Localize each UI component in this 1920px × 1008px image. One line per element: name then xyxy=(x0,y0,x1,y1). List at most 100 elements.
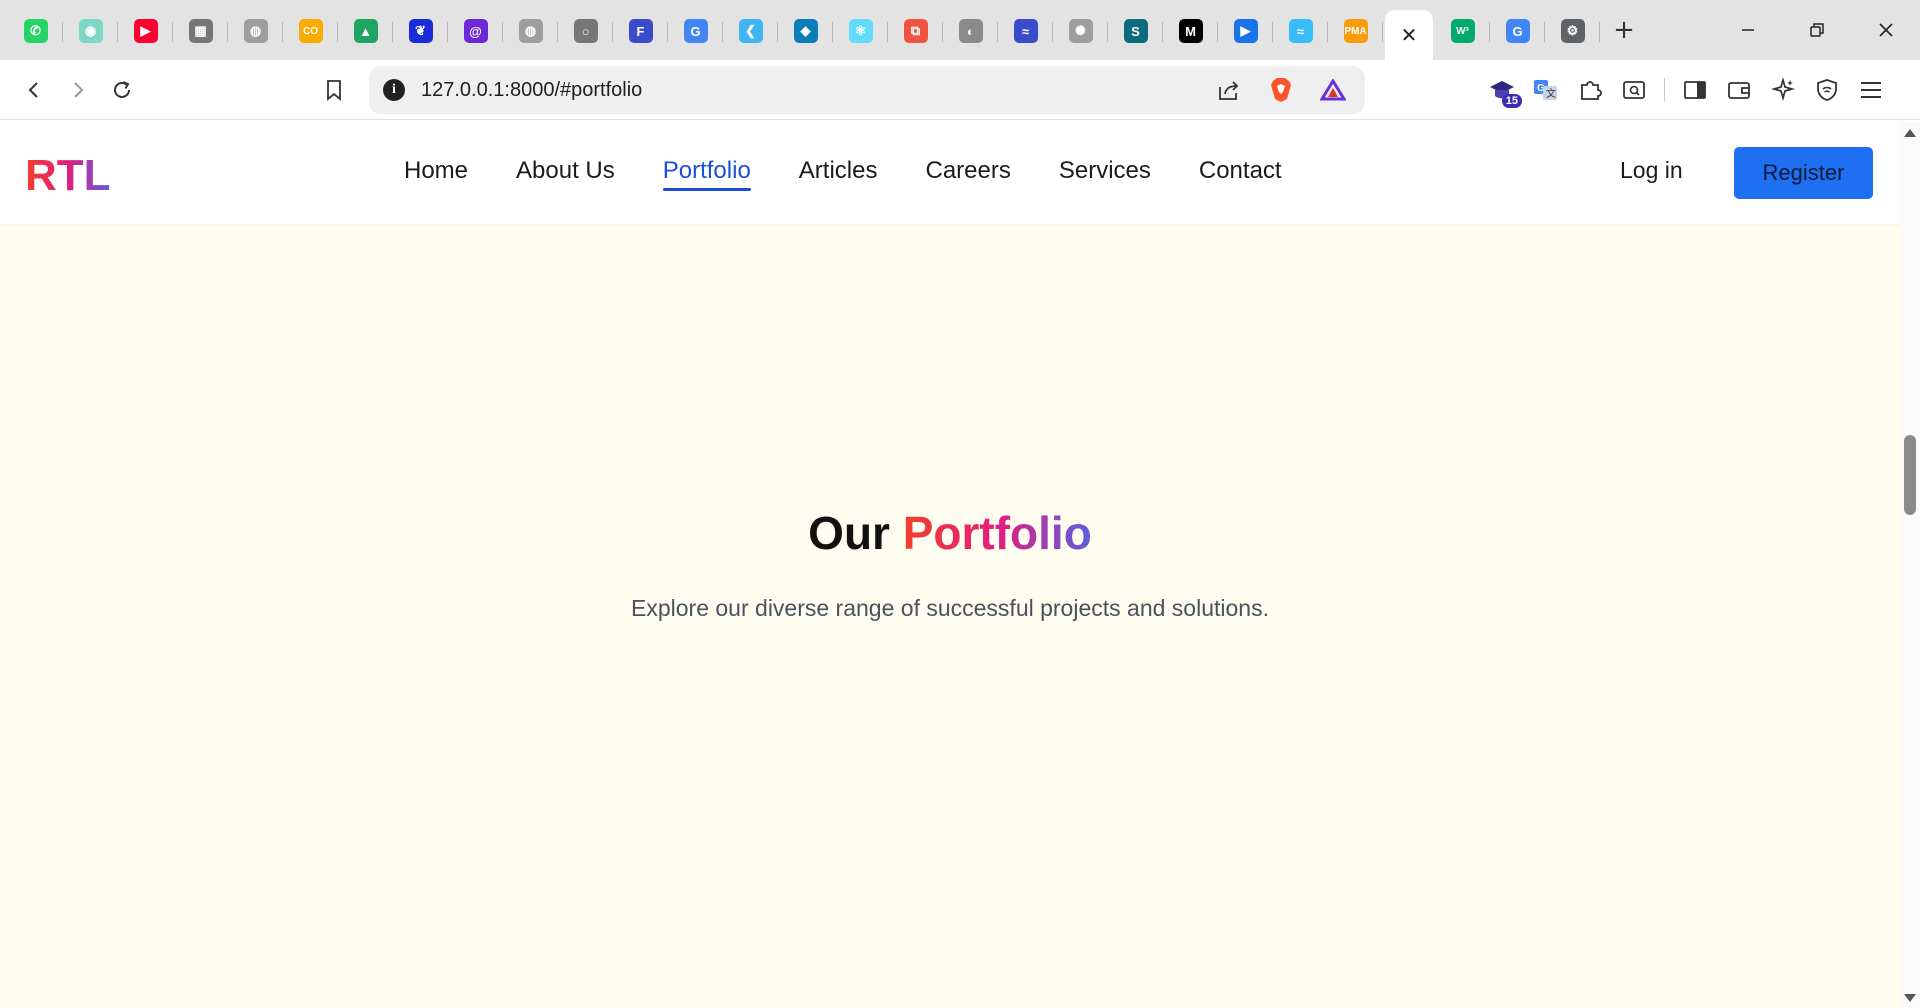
scroll-down-arrow-icon[interactable] xyxy=(1904,994,1916,1002)
browser-tab[interactable]: ◍ xyxy=(503,8,558,54)
site-info-icon[interactable]: i xyxy=(383,79,405,101)
brave-shield-icon[interactable] xyxy=(1259,68,1303,112)
react-icon: ⚛ xyxy=(848,19,873,43)
nav-services[interactable]: Services xyxy=(1059,157,1151,191)
scrollbar-thumb[interactable] xyxy=(1904,435,1916,515)
tab-list: ✆ ◉ ▶ ▦ ◍ CO ▲ ❦ @ ◍ ○ F G ❮ ◆ ⚛ ⧉ ◐ ≈ ✺ S M ▶ ≈ PMA ✕ W³ G ⚙ xyxy=(0,0,1600,60)
register-button[interactable]: Register xyxy=(1734,147,1873,199)
browser-tab[interactable]: M xyxy=(1163,8,1218,54)
back-icon[interactable] xyxy=(12,68,56,112)
browser-tab[interactable]: @ xyxy=(448,8,503,54)
close-icon[interactable]: ✕ xyxy=(1401,23,1418,47)
globe-icon: ◐ xyxy=(958,19,983,43)
reload-icon[interactable] xyxy=(100,68,144,112)
browser-tab[interactable]: ✺ xyxy=(1053,8,1108,54)
browser-tab[interactable]: ✆ xyxy=(8,8,63,54)
browser-tab[interactable]: PMA xyxy=(1328,8,1383,54)
vpn-shield-icon[interactable] xyxy=(1805,68,1849,112)
extensions-area: 15 G文 xyxy=(1480,60,1893,120)
colab-icon: CO xyxy=(298,19,323,43)
browser-tab[interactable]: CO xyxy=(283,8,338,54)
github-icon: ◍ xyxy=(518,19,543,43)
browser-tab[interactable]: ⧉ xyxy=(888,8,943,54)
puzzle-icon[interactable] xyxy=(1568,68,1612,112)
nav-contact[interactable]: Contact xyxy=(1199,157,1282,191)
browser-tab[interactable]: F xyxy=(613,8,668,54)
butterfly-icon: ❦ xyxy=(408,19,433,43)
browser-tab[interactable]: G xyxy=(668,8,723,54)
minimize-icon[interactable] xyxy=(1713,0,1782,60)
window-close-icon[interactable] xyxy=(1851,0,1920,60)
portfolio-heading-highlight: Portfolio xyxy=(902,507,1092,559)
new-tab-button[interactable]: + xyxy=(1600,7,1648,53)
browser-tab[interactable]: W³ xyxy=(1435,8,1490,54)
youtube-icon: ▶ xyxy=(133,19,158,43)
browser-tab[interactable]: ⚛ xyxy=(833,8,888,54)
openai-icon: ✺ xyxy=(1068,19,1093,43)
browser-tab[interactable]: G xyxy=(1490,8,1545,54)
portfolio-subtitle: Explore our diverse range of successful … xyxy=(631,595,1269,621)
flutter-icon: ❮ xyxy=(738,19,763,43)
dart-icon: ◆ xyxy=(793,19,818,43)
swirl-icon: @ xyxy=(463,19,488,43)
settings-gear-icon: ⚙ xyxy=(1560,19,1585,43)
nav-home[interactable]: Home xyxy=(404,157,468,191)
github-icon: ◍ xyxy=(243,19,268,43)
window-controls xyxy=(1713,0,1920,60)
nav-about-us[interactable]: About Us xyxy=(516,157,615,191)
portfolio-heading: Our Portfolio xyxy=(0,506,1900,560)
page-scrollbar[interactable] xyxy=(1900,121,1920,1008)
google-icon: G xyxy=(1505,19,1530,43)
nav-portfolio[interactable]: Portfolio xyxy=(662,157,751,191)
restore-icon[interactable] xyxy=(1782,0,1851,60)
extension-badge: 15 xyxy=(1501,94,1522,108)
laravel-icon: ⧉ xyxy=(903,19,928,43)
browser-tab[interactable]: ❦ xyxy=(393,8,448,54)
hamburger-menu-icon[interactable] xyxy=(1849,68,1893,112)
tab-search-icon[interactable] xyxy=(1612,68,1656,112)
nav-careers[interactable]: Careers xyxy=(925,157,1010,191)
browser-tab[interactable]: ◉ xyxy=(63,8,118,54)
nav-articles[interactable]: Articles xyxy=(799,157,878,191)
browser-tab[interactable]: ▲ xyxy=(338,8,393,54)
wallet-icon[interactable] xyxy=(1717,68,1761,112)
graduation-cap-icon[interactable]: 15 xyxy=(1480,68,1524,112)
leo-ai-icon[interactable] xyxy=(1761,68,1805,112)
login-link[interactable]: Log in xyxy=(1620,157,1683,184)
sidebar-toggle-icon[interactable] xyxy=(1673,68,1717,112)
toolbar-divider xyxy=(1664,78,1665,102)
f-circle-icon: F xyxy=(628,19,653,43)
address-bar[interactable]: i 127.0.0.1:8000/#portfolio xyxy=(369,66,1365,114)
browser-tab[interactable]: S xyxy=(1108,8,1163,54)
tab-separator xyxy=(1382,22,1383,42)
browser-tab[interactable]: ◍ xyxy=(228,8,283,54)
play-circle-icon: ▶ xyxy=(1233,19,1258,43)
omnibox-actions xyxy=(1207,66,1355,114)
browser-tab[interactable]: ≈ xyxy=(1273,8,1328,54)
browser-tab[interactable]: ✕ xyxy=(1385,10,1433,60)
w3schools-icon: W³ xyxy=(1450,19,1475,43)
browser-tab[interactable]: ▶ xyxy=(118,8,173,54)
svg-text:文: 文 xyxy=(1546,87,1556,100)
translate-icon[interactable]: G文 xyxy=(1524,68,1568,112)
s-square-icon: S xyxy=(1123,19,1148,43)
bookmark-icon[interactable] xyxy=(312,68,356,112)
address-url[interactable]: 127.0.0.1:8000/#portfolio xyxy=(421,79,642,102)
browser-tab[interactable]: ◐ xyxy=(943,8,998,54)
share-icon[interactable] xyxy=(1207,68,1251,112)
browser-toolbar: i 127.0.0.1:8000/#portfolio 15 G文 xyxy=(0,60,1920,120)
browser-tab[interactable]: ▦ xyxy=(173,8,228,54)
browser-tab[interactable]: ◆ xyxy=(778,8,833,54)
forward-icon[interactable] xyxy=(56,68,100,112)
brave-rewards-icon[interactable] xyxy=(1311,68,1355,112)
browser-tab-strip: ✆ ◉ ▶ ▦ ◍ CO ▲ ❦ @ ◍ ○ F G ❮ ◆ ⚛ ⧉ ◐ ≈ ✺ S M ▶ ≈ PMA ✕ W³ G ⚙ + xyxy=(0,0,1920,60)
tab-separator xyxy=(1599,22,1600,42)
browser-tab[interactable]: ▶ xyxy=(1218,8,1273,54)
site-logo[interactable]: RTL xyxy=(25,151,111,201)
browser-tab[interactable]: ○ xyxy=(558,8,613,54)
wave-icon: ≈ xyxy=(1013,19,1038,43)
browser-tab[interactable]: ⚙ xyxy=(1545,8,1600,54)
browser-tab[interactable]: ❮ xyxy=(723,8,778,54)
browser-tab[interactable]: ≈ xyxy=(998,8,1053,54)
scroll-up-arrow-icon[interactable] xyxy=(1904,129,1916,137)
